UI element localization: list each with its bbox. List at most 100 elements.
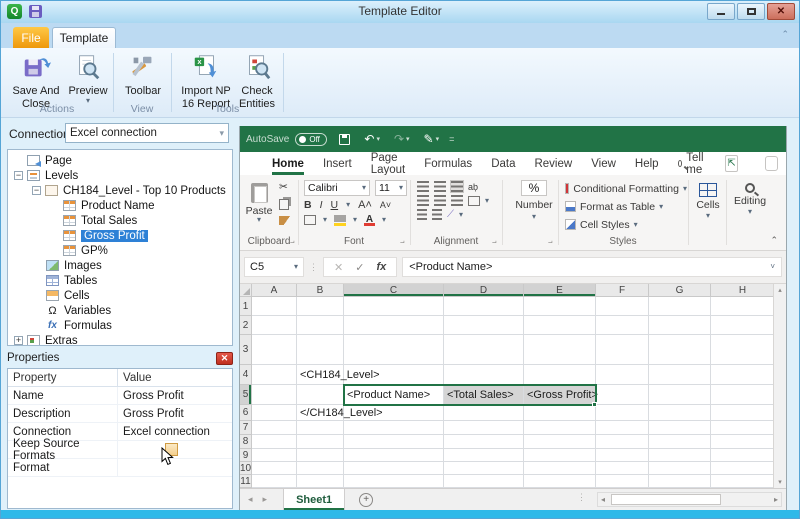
grid-cell[interactable]	[252, 385, 297, 405]
tree-item-formulas[interactable]: fx Formulas	[8, 318, 232, 333]
save-and-close-button[interactable]: Save And Close	[7, 52, 65, 110]
customize-quick-access-icon[interactable]: =	[449, 134, 454, 144]
font-size-combo[interactable]: 11 ▾	[375, 180, 407, 196]
undo-icon[interactable]: ↶	[364, 133, 374, 145]
grid-cell[interactable]	[344, 421, 444, 435]
font-dialog-launcher-icon[interactable]: ⌐	[400, 238, 405, 247]
tree-item-gross-profit[interactable]: Gross Profit	[8, 228, 232, 243]
merge-center-icon[interactable]	[468, 195, 480, 206]
grid-cell[interactable]	[596, 475, 649, 488]
italic-button[interactable]: I	[320, 199, 323, 211]
excel-tab-formulas[interactable]: Formulas	[424, 152, 472, 175]
grid-cell[interactable]	[596, 297, 649, 316]
excel-tab-home[interactable]: Home	[272, 152, 304, 175]
grid-cell[interactable]	[596, 462, 649, 475]
check-entities-button[interactable]: Check Entities	[235, 52, 279, 110]
column-header-G[interactable]: G	[649, 284, 711, 297]
grid-cell[interactable]	[252, 475, 297, 488]
grid-cell[interactable]	[344, 297, 444, 316]
preview-button[interactable]: Preview ▾	[65, 52, 111, 104]
tree-item-product-name[interactable]: Product Name	[8, 198, 232, 213]
grid-cell[interactable]	[444, 405, 524, 421]
tree-item-images[interactable]: Images	[8, 258, 232, 273]
excel-tab-insert[interactable]: Insert	[323, 152, 352, 175]
share-button[interactable]: ⇱	[724, 155, 739, 172]
horizontal-scroll-thumb[interactable]	[611, 494, 722, 505]
increase-indent-icon[interactable]	[432, 209, 442, 220]
grid-cell[interactable]	[344, 365, 444, 385]
grid-cell[interactable]	[252, 421, 297, 435]
next-sheet-icon[interactable]: ▸	[263, 494, 268, 505]
tree-item-page[interactable]: Page	[8, 153, 232, 168]
font-name-combo[interactable]: Calibri ▾	[304, 180, 370, 196]
minimize-button[interactable]	[707, 3, 735, 20]
grid-cell[interactable]	[711, 462, 775, 475]
excel-tab-view[interactable]: View	[591, 152, 616, 175]
grid-cell[interactable]	[444, 435, 524, 449]
app-icon[interactable]: Q	[7, 4, 22, 19]
collapse-expander-icon[interactable]: −	[14, 171, 23, 180]
property-row-keep-source-formats[interactable]: Keep Source Formats	[8, 438, 232, 462]
fill-color-icon[interactable]	[334, 214, 347, 226]
tree-item-cells[interactable]: Cells	[8, 288, 232, 303]
grid-cell[interactable]	[297, 297, 344, 316]
tab-file[interactable]: File	[13, 27, 49, 48]
tree-item-variables[interactable]: Ω Variables	[8, 303, 232, 318]
grid-cell[interactable]	[297, 316, 344, 335]
insert-function-icon[interactable]: fx	[376, 261, 386, 273]
fill-handle[interactable]	[592, 402, 597, 407]
underline-button[interactable]: U	[331, 199, 339, 211]
decrease-indent-icon[interactable]	[417, 209, 427, 220]
grid-cell[interactable]	[596, 385, 649, 405]
column-header-C[interactable]: C	[344, 284, 444, 297]
new-sheet-icon[interactable]: +	[359, 492, 374, 507]
conditional-formatting-button[interactable]: Conditional Formatting ▾	[565, 182, 687, 195]
tab-template[interactable]: Template	[52, 27, 116, 48]
row-header-5[interactable]: 5	[240, 385, 252, 405]
grid-cell[interactable]	[711, 449, 775, 462]
sheet-tab-sheet1[interactable]: Sheet1	[283, 489, 346, 510]
scroll-left-icon[interactable]: ◂	[601, 495, 605, 504]
grid-cell[interactable]	[524, 475, 596, 488]
row-header-7[interactable]: 7	[240, 421, 252, 435]
formula-bar-splitter[interactable]: ⋮	[309, 262, 318, 273]
cancel-icon[interactable]: ✕	[334, 261, 343, 274]
excel-tab-page-layout[interactable]: Page Layout	[371, 152, 406, 176]
grid-cell[interactable]	[344, 316, 444, 335]
sheetbar-splitter[interactable]: ⋮	[577, 492, 586, 503]
cell-styles-button[interactable]: Cell Styles ▾	[565, 218, 687, 231]
tree-item-total-sales[interactable]: Total Sales	[8, 213, 232, 228]
grid-cell[interactable]	[444, 475, 524, 488]
column-header-B[interactable]: B	[297, 284, 344, 297]
import-np16-report-button[interactable]: x Import NP 16 Report	[177, 52, 235, 110]
cell-E5[interactable]: <Gross Profit>	[524, 385, 598, 405]
grid-cell[interactable]	[524, 316, 596, 335]
grid-cell[interactable]	[596, 449, 649, 462]
grid-cell[interactable]	[297, 435, 344, 449]
vertical-scrollbar[interactable]: ▴ ▾	[773, 284, 786, 488]
enter-icon[interactable]: ✓	[355, 261, 364, 274]
copy-icon[interactable]	[279, 199, 289, 210]
previous-sheet-icon[interactable]: ◂	[248, 494, 253, 505]
grid-cell[interactable]	[444, 365, 524, 385]
grid-cell[interactable]	[711, 385, 775, 405]
align-center-icon[interactable]	[434, 195, 446, 206]
collapse-ribbon-icon[interactable]: ⌃	[781, 30, 789, 39]
grid-cell[interactable]	[711, 335, 775, 365]
grid-cell[interactable]	[596, 335, 649, 365]
grid-cell[interactable]	[596, 421, 649, 435]
grow-font-button[interactable]: A˄	[358, 199, 372, 211]
scroll-down-icon[interactable]: ▾	[778, 478, 782, 486]
grid-cell[interactable]	[524, 405, 596, 421]
grid-cell[interactable]	[649, 449, 711, 462]
grid-cell[interactable]	[252, 297, 297, 316]
grid-cell[interactable]	[344, 405, 444, 421]
grid-cell[interactable]	[711, 475, 775, 488]
excel-tab-help[interactable]: Help	[635, 152, 659, 175]
grid-cell[interactable]	[711, 405, 775, 421]
grid-cell[interactable]	[444, 335, 524, 365]
grid-cell[interactable]	[344, 449, 444, 462]
grid-cell[interactable]	[252, 335, 297, 365]
horizontal-scrollbar[interactable]: ◂ ▸	[597, 492, 782, 507]
grid-cell[interactable]	[649, 297, 711, 316]
